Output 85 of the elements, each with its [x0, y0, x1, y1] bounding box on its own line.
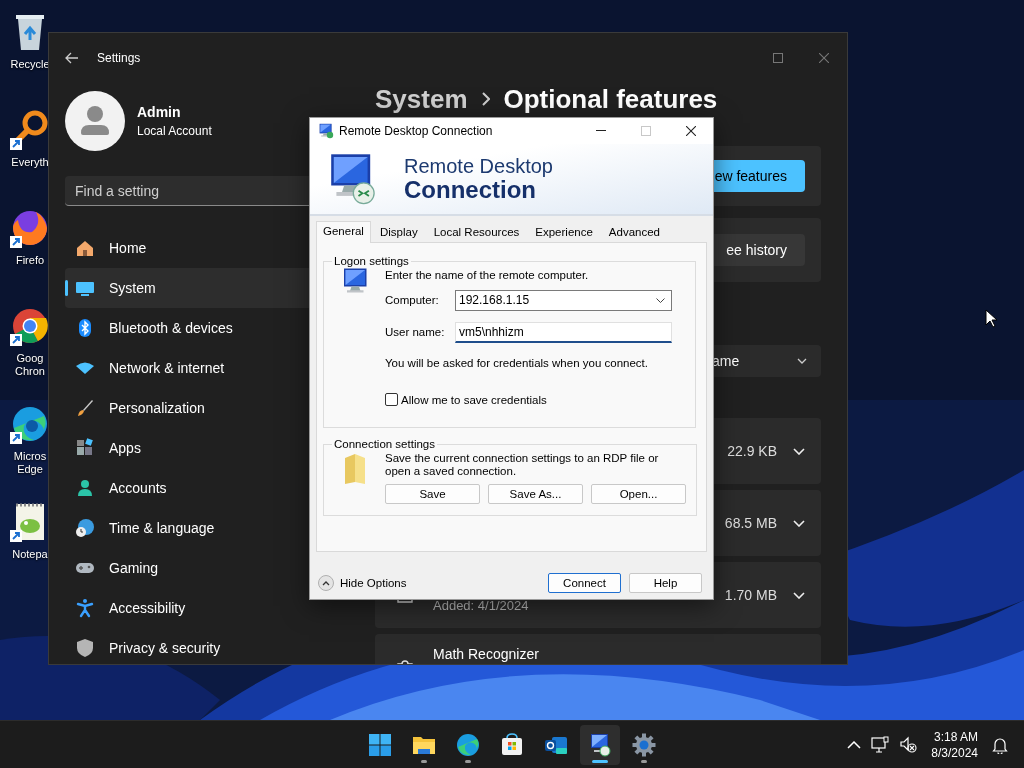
chevron-down-icon: [797, 358, 807, 364]
feature-size: 68.5 MB: [724, 515, 777, 531]
page-title: Optional features: [503, 84, 718, 114]
nav-item[interactable]: Apps: [65, 428, 313, 468]
feature-name: Math Recognizer: [433, 646, 540, 664]
gear-icon: [632, 732, 656, 757]
nav-item[interactable]: Privacy & security: [65, 628, 313, 664]
dialog-button[interactable]: Save As...: [488, 484, 583, 504]
description-text: Save the current connection settings to an RDP file or open a saved connection.: [385, 452, 660, 478]
checkbox[interactable]: [385, 393, 398, 406]
nav-item[interactable]: Home: [65, 228, 313, 268]
field-label: Computer:: [385, 294, 440, 306]
notification-bell-icon[interactable]: [992, 735, 1008, 754]
tab[interactable]: Local Resources: [426, 222, 527, 242]
field-label: User name:: [385, 326, 446, 338]
chevron-up-icon[interactable]: [847, 740, 862, 749]
browser-icon: [456, 732, 480, 757]
group-label: Connection settings: [333, 438, 436, 450]
desktop-icon-label[interactable]: Everyth: [11, 156, 49, 169]
checkbox-label[interactable]: Allow me to save credentials: [401, 393, 547, 406]
taskbar-app-button[interactable]: [580, 724, 620, 765]
shield-icon: [75, 638, 95, 658]
computer-combobox[interactable]: 192.168.1.15: [455, 289, 672, 311]
caret-icon: [656, 297, 665, 303]
accessibility-icon: [75, 598, 95, 618]
collapse-icon[interactable]: [318, 575, 334, 591]
brush-icon: [75, 398, 95, 418]
avatar-icon: [65, 91, 125, 151]
instruction-text: Enter the name of the remote computer.: [385, 269, 590, 281]
desktop-icon-label[interactable]: Micros Edge: [13, 450, 47, 476]
feature-row[interactable]: Math Recognizer: [375, 634, 821, 664]
account-type: Local Account: [137, 124, 212, 138]
store-icon: [500, 732, 524, 757]
start-icon: [368, 732, 392, 757]
feature-date: Added: 4/1/2024: [433, 598, 530, 613]
apps-icon: [75, 438, 95, 458]
clock[interactable]: 3:18 AM 8/3/2024: [931, 728, 978, 761]
user-name: Admin: [137, 104, 182, 120]
desktop-icon-label[interactable]: Goog Chron: [15, 352, 45, 378]
chevron-down-icon[interactable]: [793, 519, 805, 527]
group-label: Logon settings: [333, 255, 410, 267]
nav-item[interactable]: Accounts: [65, 468, 313, 508]
nav-item[interactable]: Accessibility: [65, 588, 313, 628]
desktop-icon-label[interactable]: Notepa: [12, 548, 48, 561]
clock-icon: [75, 518, 95, 538]
banner-subtitle: Connection: [404, 177, 536, 203]
back-arrow-icon[interactable]: [65, 52, 79, 64]
breadcrumb-link[interactable]: System: [375, 84, 468, 114]
username-field[interactable]: vm5\nhhizm: [455, 321, 672, 343]
tab[interactable]: Advanced: [601, 222, 667, 242]
desktop-icon-label[interactable]: Firefo: [15, 254, 45, 267]
maximize-icon: [640, 126, 651, 136]
remote-desktop-icon: [318, 123, 334, 139]
dialog-button[interactable]: Connect: [548, 573, 621, 593]
feature-size: 1.70 MB: [724, 587, 777, 603]
info-text: You will be asked for credentials when you connect.: [385, 357, 649, 369]
window-title: Remote Desktop Connection: [339, 124, 493, 138]
mouse-pointer-icon: [985, 309, 997, 328]
tab[interactable]: General: [316, 221, 371, 243]
desktop-icon-label[interactable]: Recycle: [10, 58, 50, 71]
feature-size: 22.9 KB: [727, 443, 777, 459]
remote-desktop-icon: [588, 732, 612, 757]
tab[interactable]: Experience: [528, 222, 600, 242]
banner-title: Remote Desktop: [404, 155, 553, 177]
nav-item[interactable]: Time & language: [65, 508, 313, 548]
home-icon: [75, 238, 95, 258]
network-icon[interactable]: [871, 735, 890, 754]
close-icon[interactable]: [685, 126, 696, 136]
nav-item[interactable]: Bluetooth & devices: [65, 308, 313, 348]
maximize-icon[interactable]: [773, 53, 783, 63]
minimize-icon[interactable]: [595, 130, 606, 132]
dialog-button[interactable]: Help: [629, 573, 702, 593]
speaker-muted-icon[interactable]: [899, 735, 918, 754]
nav-item[interactable]: Network & internet: [65, 348, 313, 388]
window-title: Settings: [97, 51, 141, 65]
chevron-down-icon[interactable]: [793, 591, 805, 599]
dialog-button[interactable]: Open...: [591, 484, 686, 504]
chevron-down-icon[interactable]: [793, 447, 805, 455]
nav-item[interactable]: Gaming: [65, 548, 313, 588]
person-icon: [75, 478, 95, 498]
dialog-button[interactable]: Save: [385, 484, 480, 504]
options-toggle-link[interactable]: Hide Options: [340, 577, 407, 589]
tab[interactable]: Display: [372, 222, 425, 242]
nav-item[interactable]: Personalization: [65, 388, 313, 428]
chevron-right-icon: [481, 92, 490, 106]
